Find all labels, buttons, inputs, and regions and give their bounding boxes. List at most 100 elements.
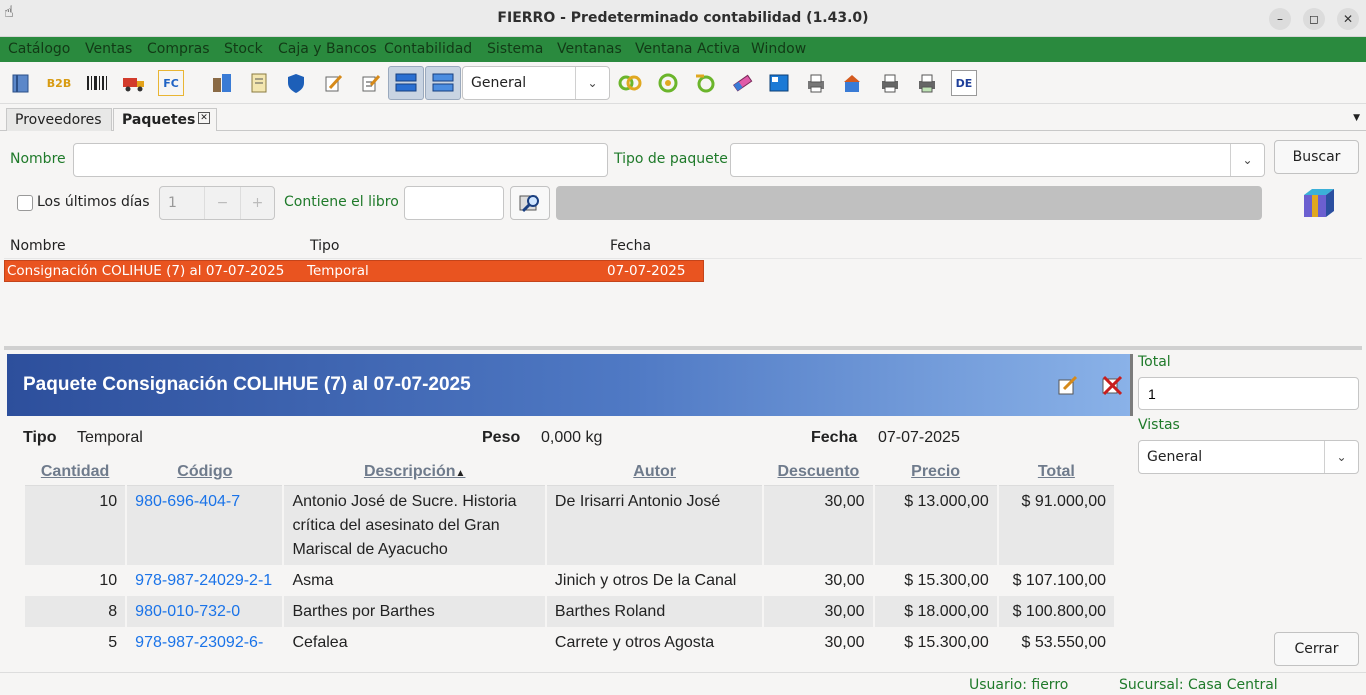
barcode-icon[interactable]: [84, 70, 110, 96]
ultimos-dias-label: Los últimos días: [37, 194, 150, 210]
menu-ventanas[interactable]: Ventanas: [557, 41, 622, 57]
fc-icon[interactable]: FC: [158, 70, 184, 96]
total-label: Total: [1138, 354, 1171, 370]
table-row[interactable]: 5 978-987-23092-6- Cefalea Carrete y otr…: [25, 627, 1114, 658]
maximize-button[interactable]: ◻: [1303, 8, 1325, 30]
cell-precio: $ 15.300,00: [904, 634, 989, 651]
book-search-button[interactable]: [510, 186, 550, 220]
column-header-descuento[interactable]: Descuento: [764, 458, 873, 486]
printer-check-icon[interactable]: [803, 70, 829, 96]
menu-catalogo[interactable]: Catálogo: [8, 41, 70, 57]
column-header-tipo[interactable]: Tipo: [310, 238, 339, 254]
nombre-label: Nombre: [10, 151, 66, 167]
column-header-descripcion[interactable]: Descripción▲: [284, 458, 545, 486]
buildings-icon[interactable]: [209, 70, 235, 96]
printer-green-icon[interactable]: [914, 70, 940, 96]
tipo-value: Temporal: [77, 429, 143, 446]
rings-icon[interactable]: [617, 70, 643, 96]
ultimos-dias-checkbox[interactable]: [17, 195, 33, 211]
decrement-button[interactable]: −: [204, 187, 240, 219]
cell-codigo-link[interactable]: 978-987-23092-6-: [127, 627, 282, 658]
table-row[interactable]: 10 980-696-404-7 Antonio José de Sucre. …: [25, 486, 1114, 565]
package-title: Paquete Consignación COLIHUE (7) al 07-0…: [23, 374, 471, 395]
edit-list-icon[interactable]: [357, 70, 383, 96]
cell-cantidad: 10: [99, 572, 118, 589]
buscar-button[interactable]: Buscar: [1274, 140, 1359, 174]
target-icon[interactable]: [655, 70, 681, 96]
contiene-libro-label: Contiene el libro: [284, 194, 399, 210]
cell-total: $ 107.100,00: [1012, 572, 1106, 589]
column-header-autor[interactable]: Autor: [546, 458, 763, 486]
edit-icon[interactable]: [1057, 374, 1079, 400]
magnifier-icon: [519, 195, 539, 213]
de-document-icon[interactable]: DE: [951, 70, 977, 96]
tab-menu-arrow-icon[interactable]: ▼: [1353, 113, 1360, 123]
menu-ventana-activa[interactable]: Ventana Activa: [635, 41, 740, 57]
table-row[interactable]: 8 980-010-732-0 Barthes por Barthes Bart…: [25, 596, 1114, 627]
cerrar-button[interactable]: Cerrar: [1274, 632, 1359, 666]
status-usuario: Usuario: fierro: [969, 677, 1069, 693]
menu-stock[interactable]: Stock: [224, 41, 263, 57]
window-title: FIERRO - Predeterminado contabilidad (1.…: [497, 10, 869, 26]
column-header-fecha[interactable]: Fecha: [610, 238, 651, 254]
cell-autor: De Irisarri Antonio José: [546, 486, 763, 565]
fecha-value: 07-07-2025: [878, 429, 960, 446]
cell-codigo-link[interactable]: 980-010-732-0: [127, 596, 283, 627]
split-divider[interactable]: [4, 346, 1362, 350]
toolbar: B2B FC General ⌄ DE: [0, 62, 1366, 104]
tab-proveedores[interactable]: Proveedores: [6, 108, 112, 131]
tab-label: Proveedores: [15, 112, 102, 128]
column-header-total[interactable]: Total: [998, 458, 1114, 486]
ultimos-dias-spinner[interactable]: 1 − +: [159, 186, 275, 220]
truck-icon[interactable]: [121, 70, 147, 96]
layout-stack-icon[interactable]: [425, 66, 461, 100]
menu-compras[interactable]: Compras: [147, 41, 210, 57]
menu-sistema[interactable]: Sistema: [487, 41, 543, 57]
tab-paquetes[interactable]: Paquetes ✕: [113, 108, 217, 131]
total-input[interactable]: [1138, 377, 1359, 410]
printer-icon[interactable]: [877, 70, 903, 96]
column-header-nombre[interactable]: Nombre: [10, 238, 66, 254]
layout-split-icon[interactable]: [388, 66, 424, 100]
sort-asc-icon: ▲: [455, 467, 466, 479]
cell-descripcion: Asma: [292, 572, 334, 589]
ring-arrow-icon[interactable]: [692, 70, 718, 96]
blue-window-icon[interactable]: [766, 70, 792, 96]
increment-button[interactable]: +: [240, 187, 274, 219]
column-header-codigo[interactable]: Código: [127, 458, 283, 486]
cell-total: $ 100.800,00: [998, 596, 1114, 627]
tab-label: Paquetes: [122, 112, 196, 128]
tipo-paquete-select[interactable]: ⌄: [730, 143, 1265, 177]
close-window-button[interactable]: ✕: [1337, 8, 1359, 30]
peso-label: Peso: [482, 429, 521, 446]
document-icon[interactable]: [246, 70, 272, 96]
edit-sparkle-icon[interactable]: [320, 70, 346, 96]
eraser-icon[interactable]: [729, 70, 755, 96]
cell-total: $ 91.000,00: [998, 486, 1114, 565]
b2b-icon[interactable]: B2B: [46, 70, 72, 96]
delete-icon[interactable]: [1101, 374, 1123, 400]
column-header-precio[interactable]: Precio: [874, 458, 997, 486]
cell-codigo-link[interactable]: 980-696-404-7: [127, 486, 283, 565]
close-tab-icon[interactable]: ✕: [198, 112, 210, 124]
chevron-down-icon: ⌄: [1324, 441, 1358, 473]
menu-caja-y-bancos[interactable]: Caja y Bancos: [278, 41, 377, 57]
cell-codigo-link[interactable]: 978-987-24029-2-1: [127, 565, 282, 596]
view-select[interactable]: General ⌄: [462, 66, 610, 100]
minimize-button[interactable]: –: [1269, 8, 1291, 30]
contiene-libro-input[interactable]: [404, 186, 504, 220]
book-icon[interactable]: [8, 70, 34, 96]
table-row[interactable]: 10 978-987-24029-2-1 Asma Jinich y otros…: [25, 565, 1114, 596]
scroll-indicator[interactable]: [1130, 354, 1133, 416]
house-doc-icon[interactable]: [840, 70, 866, 96]
column-header-cantidad[interactable]: Cantidad: [25, 458, 126, 486]
menu-window[interactable]: Window: [751, 41, 806, 57]
tab-bar: Proveedores Paquetes ✕ ▼: [0, 106, 1366, 131]
vistas-select[interactable]: General ⌄: [1138, 440, 1359, 474]
table-row[interactable]: Consignación COLIHUE (7) al 07-07-2025 T…: [4, 260, 704, 282]
menu-contabilidad[interactable]: Contabilidad: [384, 41, 472, 57]
shield-icon[interactable]: [283, 70, 309, 96]
peso-value: 0,000 kg: [541, 429, 603, 446]
nombre-input[interactable]: [73, 143, 608, 177]
menu-ventas[interactable]: Ventas: [85, 41, 132, 57]
